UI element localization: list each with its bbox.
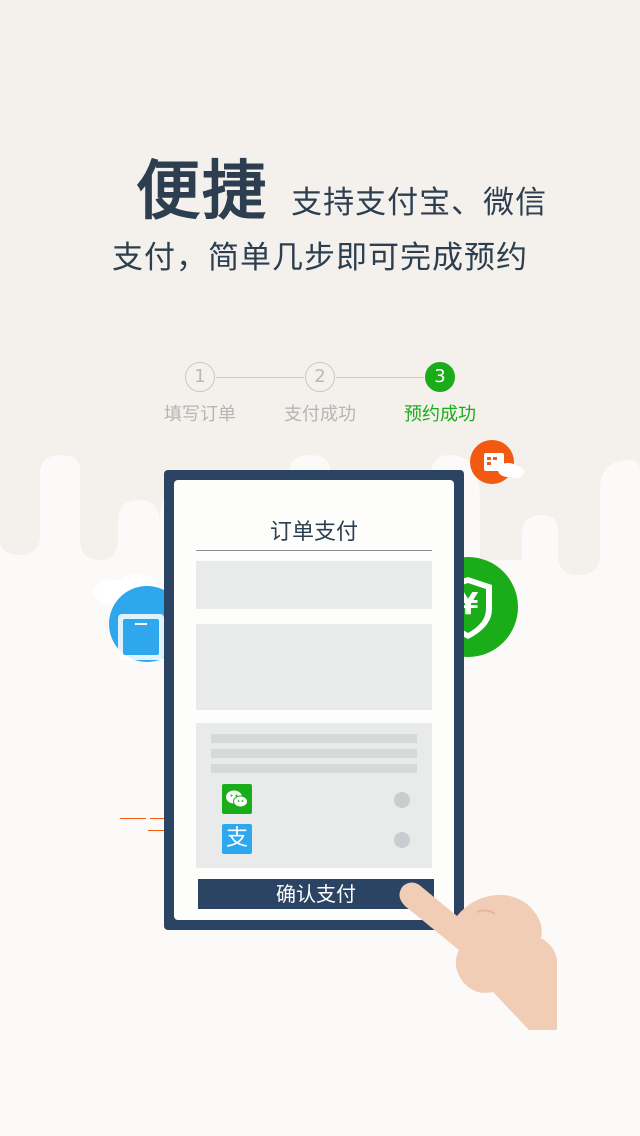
headline-row-1: 便捷 支持支付宝、微信 — [136, 140, 547, 232]
order-payment-title: 订单支付 — [269, 520, 358, 545]
alipay-icon[interactable]: 支 — [222, 824, 252, 854]
step-1-label: 填写订单 — [164, 404, 236, 425]
title-divider — [196, 550, 432, 551]
pointing-hand-icon — [399, 882, 557, 1030]
payment-method-panel: 支 — [196, 723, 432, 868]
placeholder-line-1 — [211, 734, 417, 743]
small-cloud-icon — [498, 463, 524, 478]
headline-big-word: 便捷 — [136, 155, 268, 229]
order-info-block-2 — [196, 624, 432, 710]
headline-subtitle-1: 支持支付宝、微信 — [291, 185, 548, 221]
wechat-pay-radio[interactable] — [394, 792, 410, 808]
step-connector-2 — [336, 377, 424, 378]
motion-line-1 — [120, 818, 146, 819]
order-info-block-1 — [196, 561, 432, 609]
step-connector-1 — [216, 377, 304, 378]
step-3-circle: 3 — [425, 362, 455, 392]
wechat-pay-icon[interactable] — [222, 784, 252, 814]
placeholder-line-3 — [211, 764, 417, 773]
step-1-circle: 1 — [185, 362, 215, 392]
placeholder-line-2 — [211, 749, 417, 758]
tablet-screen: 订单支付 支 确认支付 — [174, 480, 454, 920]
alipay-glyph: 支 — [225, 826, 248, 851]
alipay-radio[interactable] — [394, 832, 410, 848]
tablet-mockup: 订单支付 支 确认支付 — [164, 470, 464, 930]
step-3-label: 预约成功 — [404, 404, 476, 425]
step-2-label: 支付成功 — [284, 404, 356, 425]
headline-subtitle-2: 支付，简单几步即可完成预约 — [112, 240, 528, 276]
step-2-circle: 2 — [305, 362, 335, 392]
